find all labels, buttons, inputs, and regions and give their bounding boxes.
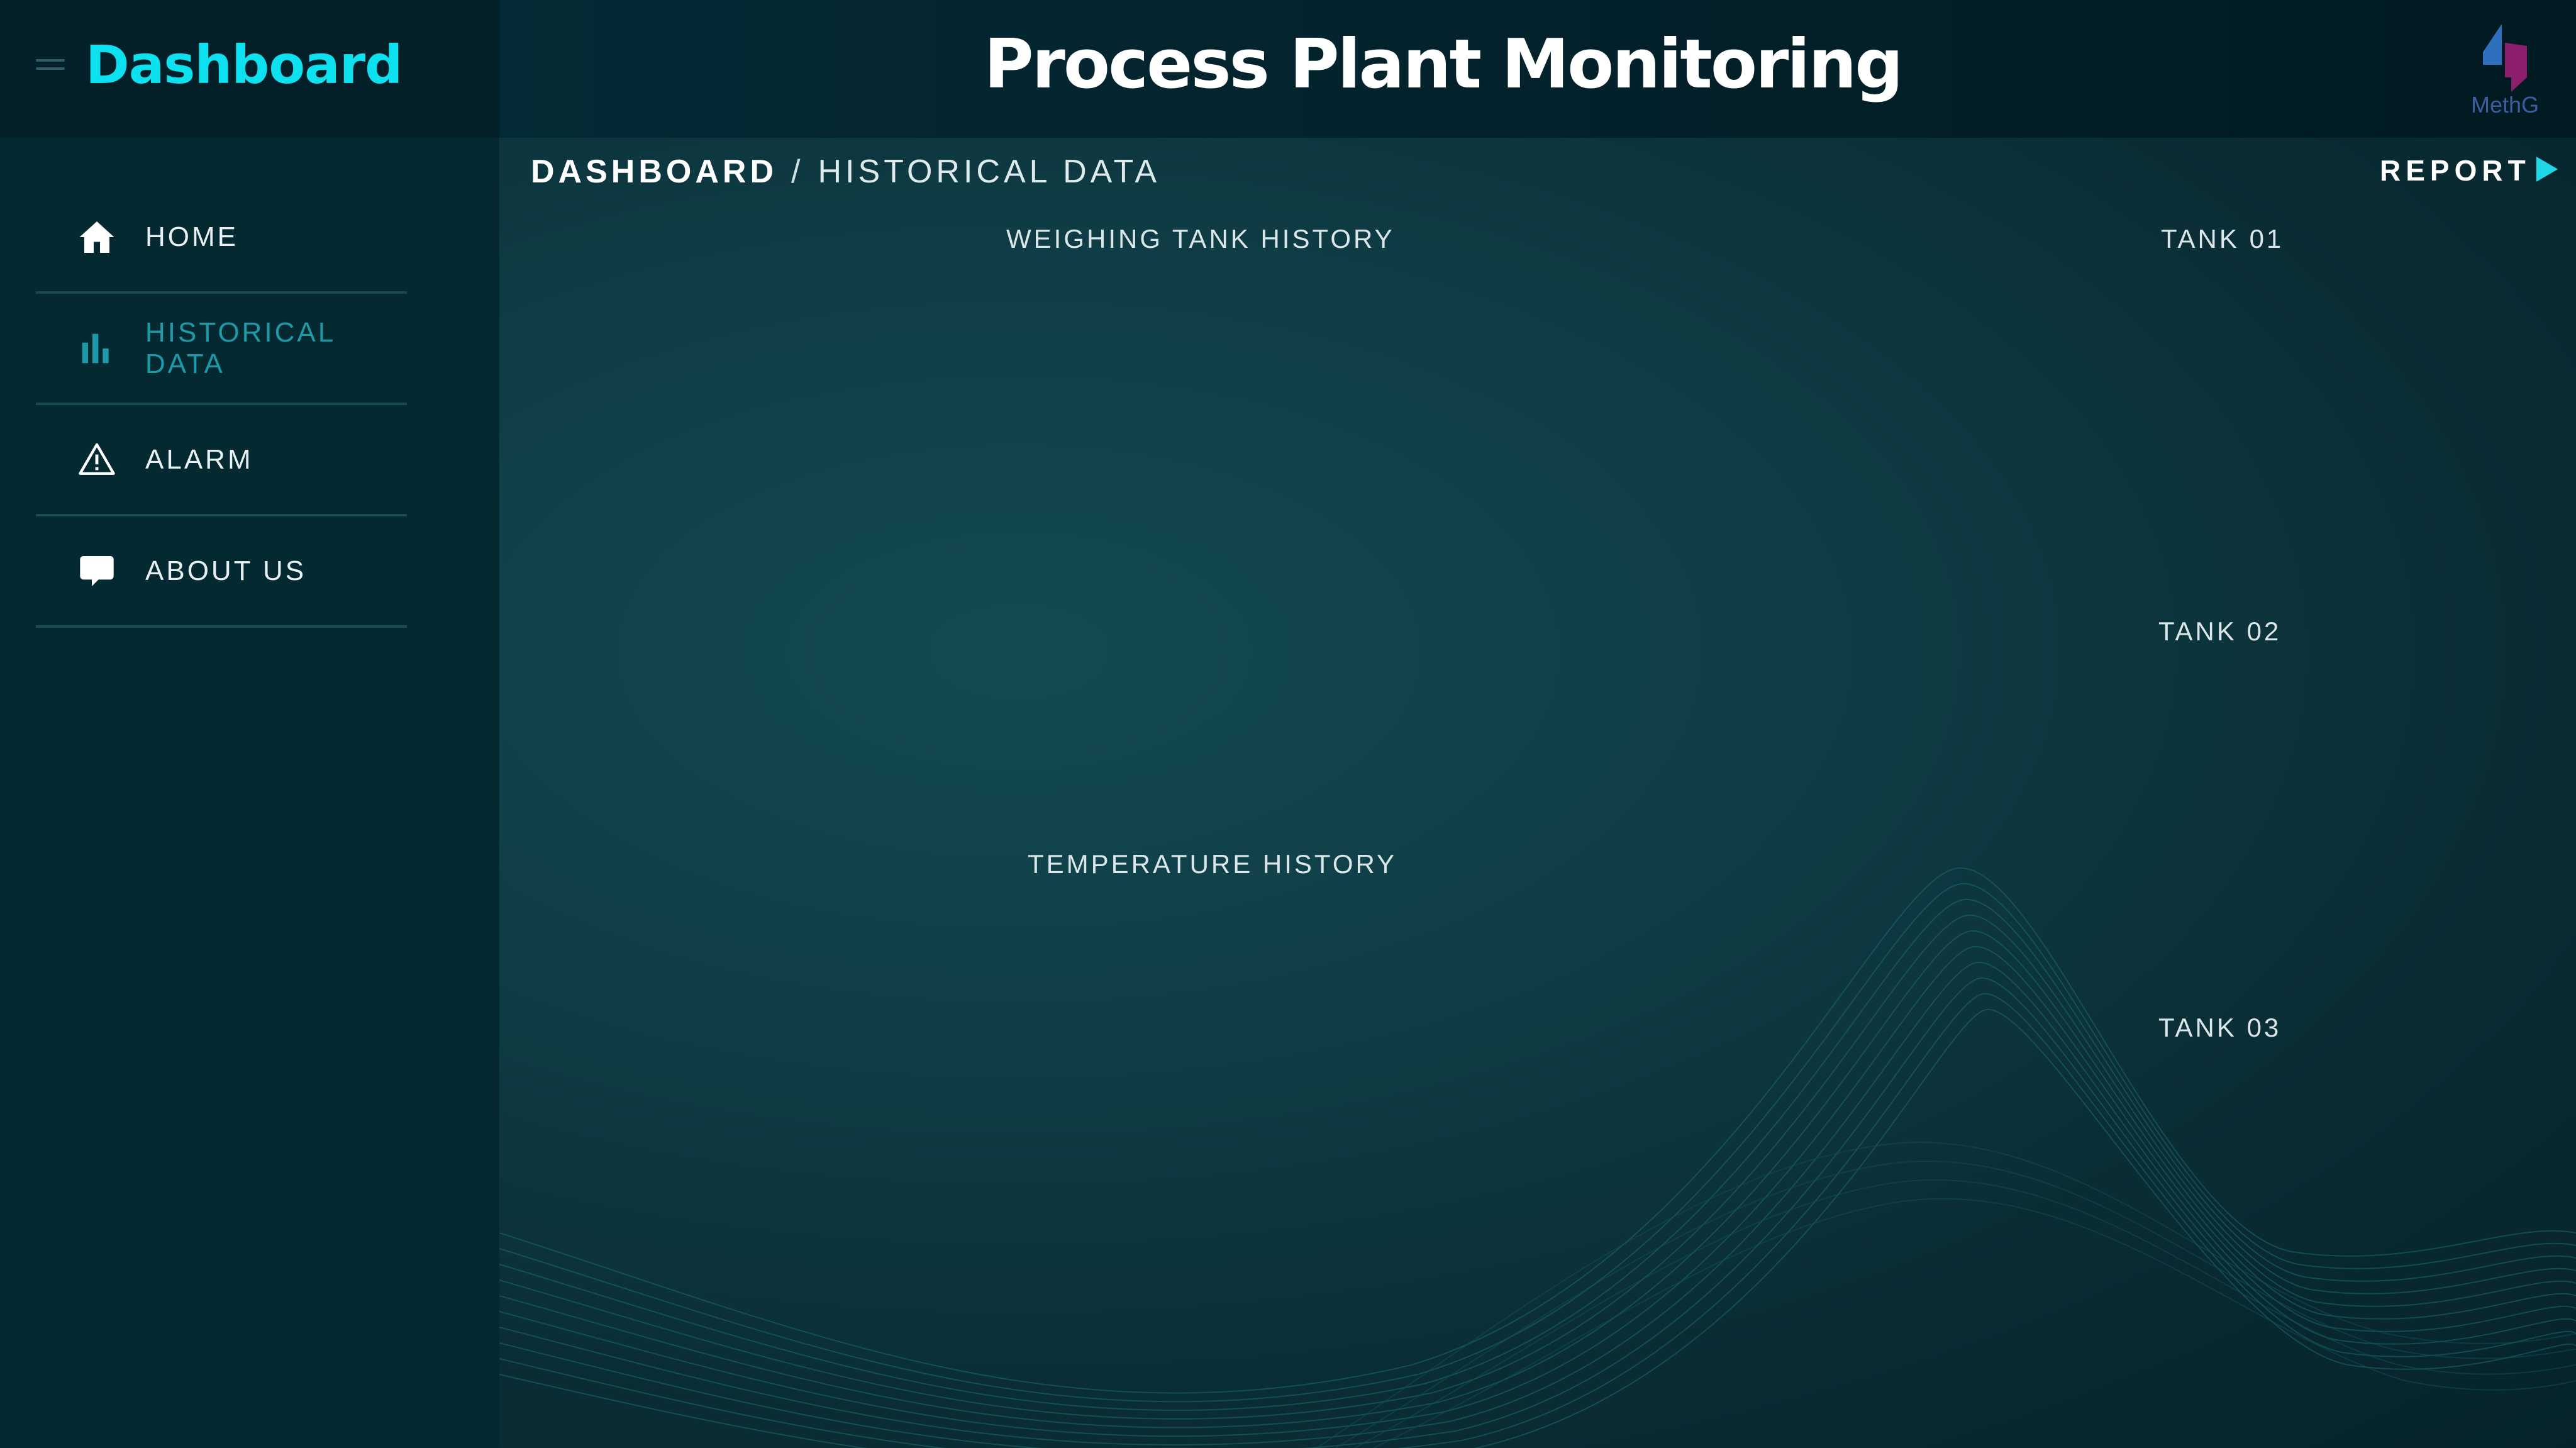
- top-bar: Process Plant Monitoring MethG: [499, 0, 2576, 138]
- sidebar-item-label: HISTORICAL DATA: [145, 316, 335, 379]
- sidebar-item-label: ABOUT US: [145, 555, 307, 586]
- breadcrumb: DASHBOARD / HISTORICAL DATA: [531, 150, 1160, 194]
- logo-mark-icon: [2483, 24, 2527, 92]
- sidebar-item-label: HOME: [145, 221, 238, 252]
- sidebar-nav: HOME HISTORICAL DATA ALARM ABOUT US: [36, 182, 407, 628]
- main-content: Process Plant Monitoring MethG DASHBOARD…: [499, 0, 2576, 1448]
- sidebar-header: Dashboard: [0, 0, 499, 138]
- sidebar-item-label: ALARM: [145, 443, 253, 475]
- sidebar: Dashboard HOME HISTORICAL DATA ALARM ABO…: [0, 0, 499, 1448]
- home-icon: [76, 216, 118, 258]
- sidebar-item-historical-data[interactable]: HISTORICAL DATA: [36, 294, 407, 405]
- tank-label-02: TANK 02: [2158, 616, 2282, 646]
- breadcrumb-root[interactable]: DASHBOARD: [531, 153, 777, 190]
- tank-label-01: TANK 01: [2161, 224, 2284, 253]
- logo-text: MethG: [2470, 92, 2540, 118]
- breadcrumb-separator: /: [791, 153, 804, 190]
- page-title: Process Plant Monitoring: [984, 25, 1903, 104]
- weighing-history-title: WEIGHING TANK HISTORY: [1006, 224, 1395, 253]
- sidebar-item-about-us[interactable]: ABOUT US: [36, 516, 407, 628]
- warning-icon: [76, 439, 118, 481]
- tank-label-03: TANK 03: [2158, 1013, 2282, 1042]
- sidebar-item-home[interactable]: HOME: [36, 182, 407, 294]
- chat-bubble-icon: [76, 550, 118, 592]
- company-logo: MethG: [2464, 18, 2546, 125]
- background-wave: [499, 867, 2576, 1448]
- temperature-history-title: TEMPERATURE HISTORY: [1028, 849, 1397, 879]
- bar-chart-icon: [76, 328, 118, 369]
- brand-title: Dashboard: [86, 34, 402, 96]
- play-arrow-icon: [2536, 156, 2558, 185]
- menu-toggle-icon[interactable]: [36, 59, 65, 75]
- breadcrumb-current: HISTORICAL DATA: [818, 153, 1161, 190]
- report-label: REPORT: [2380, 154, 2531, 187]
- sidebar-item-alarm[interactable]: ALARM: [36, 405, 407, 516]
- report-button[interactable]: REPORT: [2380, 148, 2558, 192]
